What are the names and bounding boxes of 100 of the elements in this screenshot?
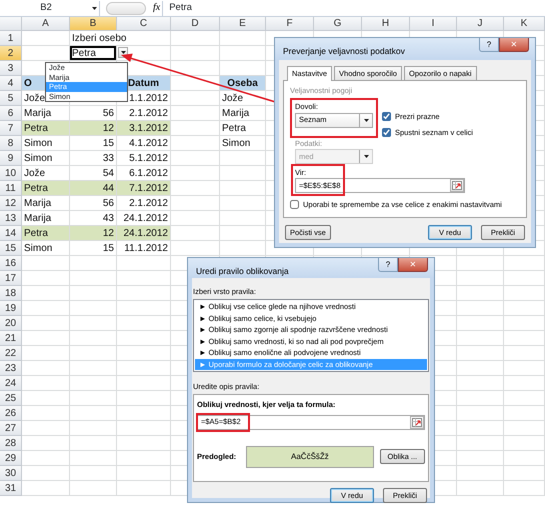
column-header[interactable]: C xyxy=(117,17,171,31)
table-cell xyxy=(171,181,220,196)
column-header[interactable]: F xyxy=(266,17,314,31)
table-cell xyxy=(504,271,545,286)
formula-field[interactable]: Petra xyxy=(162,0,545,16)
table-cell: 7.1.2012 xyxy=(117,181,171,196)
name-box[interactable]: B2 xyxy=(0,0,100,16)
table-cell: 15 xyxy=(70,241,117,256)
help-button[interactable]: ? xyxy=(378,258,398,272)
table-cell: 56 xyxy=(70,196,117,211)
row-header[interactable]: 24 xyxy=(0,376,22,391)
table-cell: Simon xyxy=(220,136,266,151)
table-cell xyxy=(171,166,220,181)
table-cell xyxy=(457,286,504,301)
row-header[interactable]: 28 xyxy=(0,436,22,451)
table-cell xyxy=(504,451,545,466)
table-cell xyxy=(171,241,220,256)
table-cell xyxy=(70,331,117,346)
table-cell xyxy=(457,466,504,481)
table-cell xyxy=(171,136,220,151)
table-cell xyxy=(457,256,504,271)
table-cell xyxy=(70,361,117,376)
row-header[interactable]: 20 xyxy=(0,316,22,331)
row-header[interactable]: 23 xyxy=(0,361,22,376)
caret-icon xyxy=(92,6,97,10)
row-header[interactable]: 19 xyxy=(0,301,22,316)
table-cell xyxy=(504,376,545,391)
range-button[interactable] xyxy=(450,179,464,192)
row-header[interactable]: 3 xyxy=(0,61,22,76)
function-button[interactable]: fx xyxy=(151,2,162,14)
row-header[interactable]: 29 xyxy=(0,451,22,466)
table-cell xyxy=(457,436,504,451)
table-cell xyxy=(457,361,504,376)
table-cell xyxy=(457,406,504,421)
table-cell xyxy=(504,286,545,301)
row-header[interactable]: 7 xyxy=(0,121,22,136)
column-header[interactable]: E xyxy=(220,17,266,31)
table-cell xyxy=(504,406,545,421)
row-header[interactable]: 5 xyxy=(0,91,22,106)
row-header[interactable]: 9 xyxy=(0,151,22,166)
table-cell: Simon xyxy=(22,136,70,151)
table-cell: Petra xyxy=(22,121,70,136)
row-header[interactable]: 4 xyxy=(0,76,22,91)
table-cell: Marija xyxy=(220,106,266,121)
row-header[interactable]: 1 xyxy=(0,31,22,46)
row-header[interactable]: 12 xyxy=(0,196,22,211)
row-header[interactable]: 14 xyxy=(0,226,22,241)
table-cell: 24.1.2012 xyxy=(117,226,171,241)
row-header[interactable]: 27 xyxy=(0,421,22,436)
row-header[interactable]: 11 xyxy=(0,181,22,196)
row-header[interactable]: 17 xyxy=(0,271,22,286)
row-header[interactable]: 18 xyxy=(0,286,22,301)
table-cell: Petra xyxy=(22,226,70,241)
table-cell xyxy=(504,301,545,316)
row-header[interactable]: 6 xyxy=(0,106,22,121)
row-header[interactable]: 16 xyxy=(0,256,22,271)
table-cell xyxy=(117,256,171,271)
table-cell: 5.1.2012 xyxy=(117,151,171,166)
row-header[interactable]: 10 xyxy=(0,166,22,181)
table-cell xyxy=(171,91,220,106)
column-header[interactable]: J xyxy=(457,17,504,31)
table-cell xyxy=(457,481,504,496)
range-button[interactable] xyxy=(410,416,424,428)
table-cell xyxy=(70,481,117,496)
table-cell: Simon xyxy=(22,151,70,166)
column-header[interactable]: A xyxy=(22,17,70,31)
row-header[interactable]: 26 xyxy=(0,406,22,421)
table-cell: Oseba xyxy=(220,76,266,91)
column-header[interactable]: H xyxy=(362,17,410,31)
range-picker-icon xyxy=(412,418,422,426)
row-header[interactable]: 8 xyxy=(0,136,22,151)
row-header[interactable]: 13 xyxy=(0,211,22,226)
help-button[interactable]: ? xyxy=(479,38,499,52)
row-header[interactable]: 2 xyxy=(0,46,22,61)
checkbox[interactable] xyxy=(382,128,391,137)
column-header[interactable]: G xyxy=(314,17,362,31)
checkbox[interactable] xyxy=(382,112,391,122)
table-cell: Petra xyxy=(220,121,266,136)
table-cell xyxy=(70,466,117,481)
table-cell xyxy=(171,121,220,136)
column-header[interactable]: B xyxy=(70,17,117,31)
row-header[interactable]: 15 xyxy=(0,241,22,256)
row-header[interactable]: 25 xyxy=(0,391,22,406)
column-header[interactable]: D xyxy=(171,17,220,31)
table-cell xyxy=(504,391,545,406)
column-header[interactable]: K xyxy=(504,17,545,31)
checkbox[interactable] xyxy=(290,200,299,209)
table-cell xyxy=(457,301,504,316)
row-header[interactable]: 22 xyxy=(0,346,22,361)
table-cell: 4.1.2012 xyxy=(117,136,171,151)
row-header[interactable]: 31 xyxy=(0,481,22,496)
table-cell xyxy=(220,31,266,46)
column-header[interactable]: I xyxy=(410,17,457,31)
table-cell: 33 xyxy=(70,151,117,166)
table-cell xyxy=(457,271,504,286)
row-header[interactable]: 30 xyxy=(0,466,22,481)
row-header[interactable]: 21 xyxy=(0,331,22,346)
table-cell xyxy=(457,376,504,391)
table-cell xyxy=(457,451,504,466)
table-cell xyxy=(171,211,220,226)
